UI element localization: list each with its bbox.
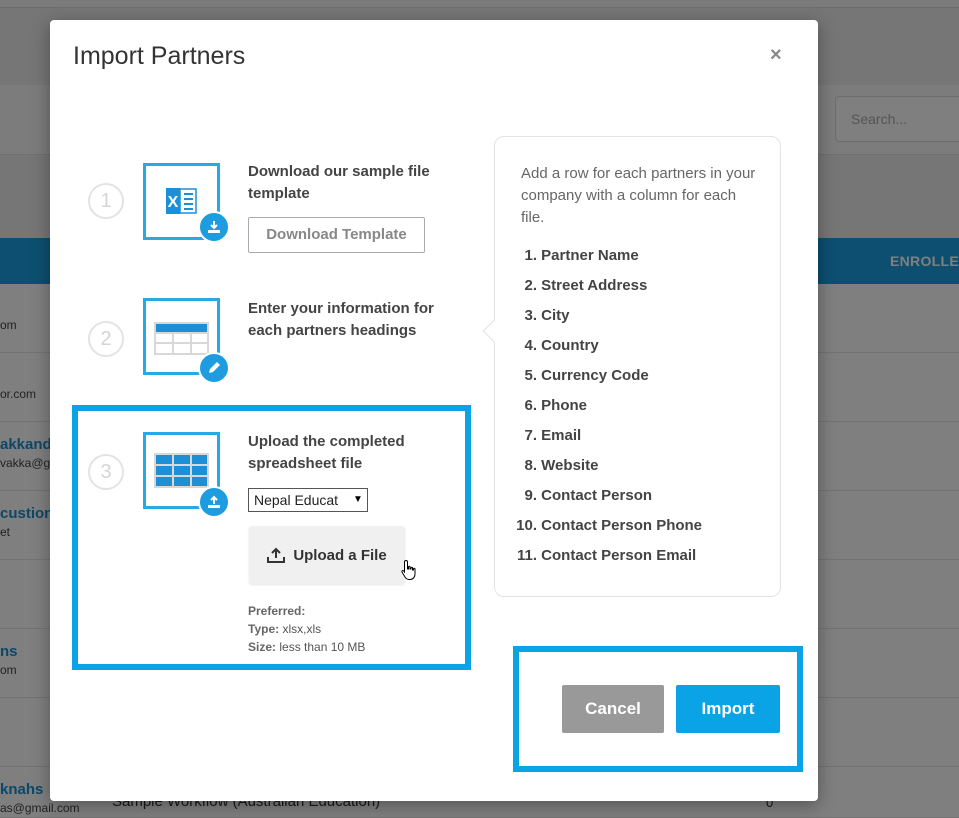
list-item: 1. Partner Name: [524, 247, 639, 264]
list-item: 5. Currency Code: [524, 367, 649, 384]
modal-title: Import Partners: [73, 42, 246, 70]
list-item: 3. City: [524, 307, 570, 324]
list-item: 9. Contact Person: [524, 487, 653, 504]
list-item: 2. Street Address: [524, 277, 648, 294]
download-icon: [198, 211, 230, 243]
size-label: Size:: [248, 640, 277, 654]
list-item: 7. Email: [524, 427, 582, 444]
list-item: 10. Contact Person Phone: [516, 517, 703, 534]
step-3-number: 3: [88, 454, 124, 490]
download-template-button[interactable]: Download Template: [248, 217, 425, 253]
select-value: Nepal Educat: [254, 492, 339, 508]
pencil-icon: [198, 352, 230, 384]
import-partners-modal: Import Partners × 1 X Download our sampl…: [50, 20, 818, 801]
partner-source-select[interactable]: Nepal Educat ▼: [248, 488, 368, 512]
panel-pointer: [482, 319, 506, 343]
hand-cursor-icon: [401, 559, 416, 580]
preferred-heading: Preferred:: [248, 604, 306, 618]
list-item: 6. Phone: [524, 397, 588, 414]
size-value: less than 10 MB: [279, 640, 366, 654]
type-label: Type:: [248, 622, 280, 636]
upload-icon: [198, 486, 230, 518]
upload-icon: [267, 547, 286, 563]
file-requirements: Preferred: Type: xlsx,xls Size: less tha…: [248, 602, 365, 656]
step-2-number: 2: [88, 321, 124, 357]
cancel-button[interactable]: Cancel: [562, 685, 664, 733]
list-item: 4. Country: [524, 337, 599, 354]
list-item: 11. Contact Person Email: [516, 547, 697, 564]
step-1-number: 1: [88, 183, 124, 219]
info-intro-text: Add a row for each partners in your comp…: [521, 165, 756, 226]
type-value: xlsx,xls: [282, 622, 322, 636]
import-button[interactable]: Import: [676, 685, 780, 733]
step-2-text: Enter your information for each partners…: [248, 300, 434, 339]
upload-file-button[interactable]: Upload a File: [249, 526, 405, 584]
step-1-text: Download our sample file template: [248, 163, 430, 202]
svg-text:X: X: [168, 194, 179, 211]
dropdown-arrow-icon: ▼: [349, 489, 367, 511]
upload-file-label: Upload a File: [293, 546, 387, 564]
step-3-text: Upload the completed spreadsheet file: [248, 433, 405, 472]
required-columns-list: 1. Partner Name 2. Street Address 3. Cit…: [511, 245, 702, 575]
list-item: 8. Website: [524, 457, 599, 474]
close-icon[interactable]: ×: [770, 44, 782, 67]
column-info-panel: Add a row for each partners in your comp…: [482, 136, 781, 597]
